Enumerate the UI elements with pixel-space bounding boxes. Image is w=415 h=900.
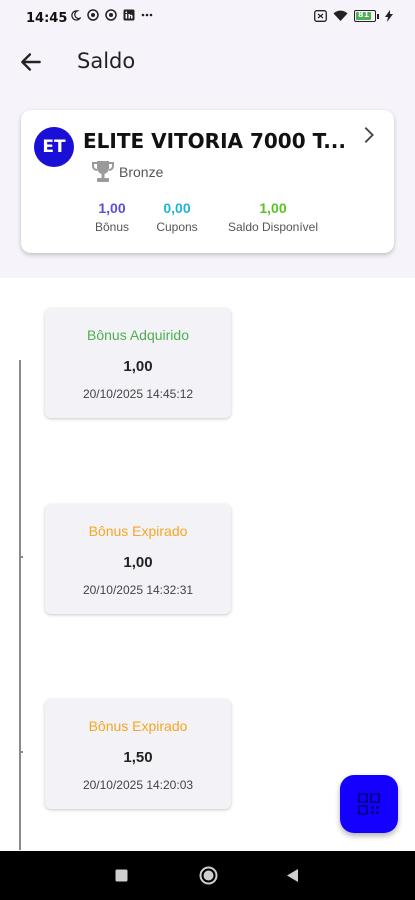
- status-time: 14:45: [26, 11, 68, 26]
- transaction-amount: 1,00: [123, 554, 153, 571]
- chevron-right-icon[interactable]: [358, 124, 380, 146]
- transaction-card[interactable]: Bônus Adquirido 1,00 20/10/2025 14:45:12: [45, 308, 231, 418]
- transaction-type: Bônus Expirado: [88, 523, 188, 539]
- avatar: ET: [34, 127, 74, 167]
- recents-button[interactable]: [115, 869, 128, 887]
- system-navigation-bar: [0, 851, 415, 900]
- status-bar: 14:45 81: [0, 0, 415, 36]
- back-button[interactable]: [18, 49, 44, 75]
- stat-value: 1,00: [259, 200, 287, 216]
- arrow-left-icon: [21, 53, 41, 71]
- transaction-date: 20/10/2025 14:45:12: [82, 387, 194, 401]
- linkedin-icon: [123, 9, 135, 21]
- client-card[interactable]: ET ELITE VITORIA 7000 T... Bronze 1,00 B…: [21, 110, 394, 253]
- app-notification-icon: [87, 9, 99, 21]
- stat-bonus: 1,00 Bônus: [91, 200, 133, 234]
- wifi-icon: [333, 10, 348, 21]
- circle-icon: [199, 866, 218, 885]
- timeline-tick: [19, 751, 23, 753]
- transaction-card[interactable]: Bônus Expirado 1,00 20/10/2025 14:32:31: [45, 504, 231, 614]
- stat-label: Saldo Disponível: [227, 220, 319, 234]
- battery-level: 81: [358, 10, 370, 19]
- client-name: ELITE VITORIA 7000 T...: [83, 129, 346, 153]
- app-notification-icon: [105, 9, 117, 21]
- app-bar: Saldo: [0, 36, 415, 86]
- transaction-amount: 1,50: [123, 749, 153, 766]
- page-title: Saldo: [77, 49, 136, 73]
- stat-label: Bônus: [94, 220, 130, 234]
- trophy-icon: [92, 161, 114, 182]
- battery-icon: 81: [354, 10, 379, 22]
- moon-icon: [71, 9, 81, 21]
- triangle-left-icon: [287, 869, 298, 882]
- charging-icon: [385, 10, 393, 22]
- timeline-tick: [19, 556, 23, 558]
- transaction-date: 20/10/2025 14:20:03: [82, 778, 194, 792]
- qr-code-icon: [358, 793, 380, 815]
- stat-available-balance: 1,00 Saldo Disponível: [217, 200, 329, 234]
- stat-label: Cupons: [156, 220, 198, 234]
- system-icons: 81: [314, 10, 393, 22]
- transaction-date: 20/10/2025 14:32:31: [82, 583, 194, 597]
- square-icon: [115, 869, 128, 882]
- stat-coupons: 0,00 Cupons: [149, 200, 205, 234]
- transaction-type: Bônus Adquirido: [87, 327, 189, 343]
- stat-value: 0,00: [163, 200, 191, 216]
- transaction-amount: 1,00: [123, 358, 153, 375]
- tier-label: Bronze: [119, 164, 164, 180]
- transaction-type: Bônus Expirado: [88, 718, 188, 734]
- more-notifications-icon: [141, 13, 153, 17]
- stat-value: 1,00: [98, 200, 126, 216]
- notification-icons: [70, 9, 153, 21]
- back-nav-button[interactable]: [286, 868, 299, 888]
- qr-code-button[interactable]: [340, 775, 398, 833]
- home-button[interactable]: [199, 866, 218, 890]
- sim-card-icon: [314, 10, 327, 22]
- timeline-line: [19, 360, 21, 850]
- transaction-card[interactable]: Bônus Expirado 1,50 20/10/2025 14:20:03: [45, 699, 231, 809]
